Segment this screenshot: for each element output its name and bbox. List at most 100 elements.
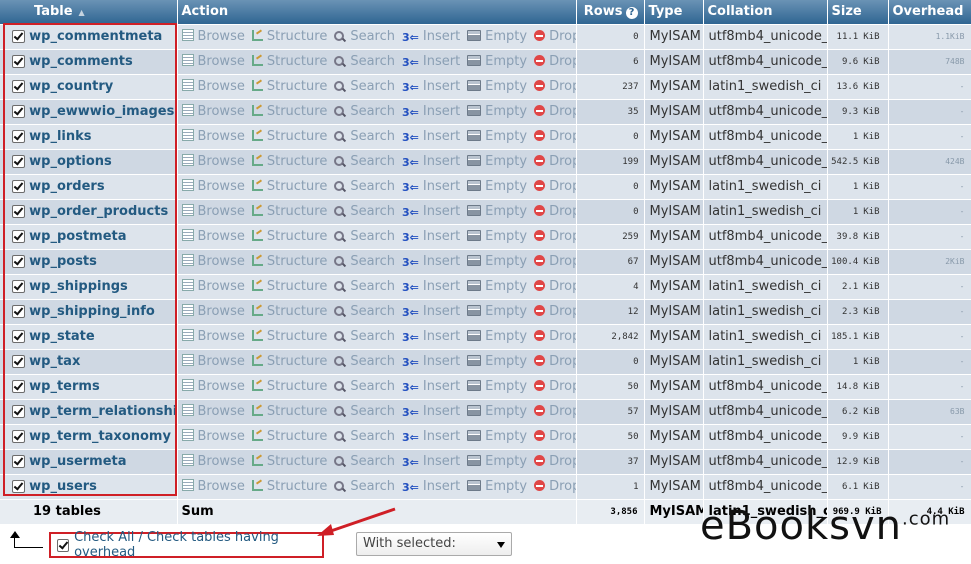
row-checkbox[interactable] bbox=[12, 180, 25, 193]
drop-action[interactable]: Drop bbox=[534, 479, 575, 494]
size-cell[interactable]: 6.1 KiB bbox=[827, 474, 889, 500]
table-name-link[interactable]: wp_shippings bbox=[29, 279, 128, 294]
row-checkbox[interactable] bbox=[12, 380, 25, 393]
table-name-link[interactable]: wp_postmeta bbox=[29, 229, 126, 244]
drop-label[interactable]: Drop bbox=[549, 104, 575, 119]
structure-label[interactable]: Structure bbox=[267, 329, 327, 344]
search-label[interactable]: Search bbox=[350, 379, 395, 394]
size-cell[interactable]: 9.6 KiB bbox=[827, 49, 889, 75]
size-cell[interactable]: 1 KiB bbox=[827, 199, 889, 225]
insert-label[interactable]: Insert bbox=[423, 454, 460, 469]
search-action[interactable]: Search bbox=[334, 354, 395, 369]
size-cell[interactable]: 1 KiB bbox=[827, 124, 889, 150]
structure-label[interactable]: Structure bbox=[267, 479, 327, 494]
search-label[interactable]: Search bbox=[350, 229, 395, 244]
table-name-link[interactable]: wp_term_taxonomy bbox=[29, 429, 171, 444]
browse-label[interactable]: Browse bbox=[198, 154, 245, 169]
insert-label[interactable]: Insert bbox=[423, 304, 460, 319]
empty-label[interactable]: Empty bbox=[485, 479, 527, 494]
empty-action[interactable]: Empty bbox=[467, 354, 527, 369]
empty-action[interactable]: Empty bbox=[467, 154, 527, 169]
insert-action[interactable]: 3⇐ Insert bbox=[402, 154, 460, 169]
search-action[interactable]: Search bbox=[334, 79, 395, 94]
browse-action[interactable]: Browse bbox=[181, 29, 245, 44]
browse-label[interactable]: Browse bbox=[198, 379, 245, 394]
search-label[interactable]: Search bbox=[350, 254, 395, 269]
empty-action[interactable]: Empty bbox=[467, 179, 527, 194]
structure-label[interactable]: Structure bbox=[267, 179, 327, 194]
insert-label[interactable]: Insert bbox=[423, 79, 460, 94]
browse-label[interactable]: Browse bbox=[198, 429, 245, 444]
browse-action[interactable]: Browse bbox=[181, 154, 245, 169]
browse-action[interactable]: Browse bbox=[181, 104, 245, 119]
search-label[interactable]: Search bbox=[350, 479, 395, 494]
insert-label[interactable]: Insert bbox=[423, 329, 460, 344]
size-cell[interactable]: 11.1 KiB bbox=[827, 24, 889, 50]
structure-action[interactable]: Structure bbox=[251, 154, 327, 169]
insert-action[interactable]: 3⇐ Insert bbox=[402, 104, 460, 119]
browse-action[interactable]: Browse bbox=[181, 329, 245, 344]
structure-label[interactable]: Structure bbox=[267, 404, 327, 419]
empty-label[interactable]: Empty bbox=[485, 304, 527, 319]
insert-action[interactable]: 3⇐ Insert bbox=[402, 29, 460, 44]
row-checkbox[interactable] bbox=[12, 80, 25, 93]
drop-label[interactable]: Drop bbox=[549, 379, 575, 394]
search-action[interactable]: Search bbox=[334, 154, 395, 169]
structure-label[interactable]: Structure bbox=[267, 304, 327, 319]
browse-action[interactable]: Browse bbox=[181, 379, 245, 394]
empty-label[interactable]: Empty bbox=[485, 229, 527, 244]
structure-label[interactable]: Structure bbox=[267, 254, 327, 269]
row-checkbox[interactable] bbox=[12, 480, 25, 493]
insert-action[interactable]: 3⇐ Insert bbox=[402, 479, 460, 494]
insert-action[interactable]: 3⇐ Insert bbox=[402, 354, 460, 369]
browse-label[interactable]: Browse bbox=[198, 254, 245, 269]
drop-label[interactable]: Drop bbox=[549, 29, 575, 44]
search-label[interactable]: Search bbox=[350, 354, 395, 369]
structure-action[interactable]: Structure bbox=[251, 279, 327, 294]
size-cell[interactable]: 1 KiB bbox=[827, 349, 889, 375]
structure-label[interactable]: Structure bbox=[267, 79, 327, 94]
empty-label[interactable]: Empty bbox=[485, 354, 527, 369]
browse-label[interactable]: Browse bbox=[198, 479, 245, 494]
structure-label[interactable]: Structure bbox=[267, 229, 327, 244]
empty-label[interactable]: Empty bbox=[485, 254, 527, 269]
size-cell[interactable]: 12.9 KiB bbox=[827, 449, 889, 475]
insert-action[interactable]: 3⇐ Insert bbox=[402, 79, 460, 94]
search-action[interactable]: Search bbox=[334, 204, 395, 219]
search-action[interactable]: Search bbox=[334, 379, 395, 394]
with-selected-dropdown[interactable]: With selected: bbox=[356, 532, 512, 556]
empty-label[interactable]: Empty bbox=[485, 129, 527, 144]
table-name-link[interactable]: wp_country bbox=[29, 79, 113, 94]
insert-label[interactable]: Insert bbox=[423, 204, 460, 219]
help-icon[interactable]: ? bbox=[625, 7, 638, 20]
browse-label[interactable]: Browse bbox=[198, 454, 245, 469]
row-checkbox[interactable] bbox=[12, 205, 25, 218]
search-action[interactable]: Search bbox=[334, 404, 395, 419]
insert-action[interactable]: 3⇐ Insert bbox=[402, 454, 460, 469]
search-label[interactable]: Search bbox=[350, 29, 395, 44]
drop-label[interactable]: Drop bbox=[549, 354, 575, 369]
insert-action[interactable]: 3⇐ Insert bbox=[402, 404, 460, 419]
empty-action[interactable]: Empty bbox=[467, 404, 527, 419]
check-all-checkbox[interactable] bbox=[57, 538, 70, 552]
drop-label[interactable]: Drop bbox=[549, 179, 575, 194]
search-label[interactable]: Search bbox=[350, 104, 395, 119]
table-name-link[interactable]: wp_posts bbox=[29, 254, 97, 269]
insert-label[interactable]: Insert bbox=[423, 129, 460, 144]
search-action[interactable]: Search bbox=[334, 329, 395, 344]
table-name-link[interactable]: wp_commentmeta bbox=[29, 29, 162, 44]
drop-label[interactable]: Drop bbox=[549, 204, 575, 219]
empty-action[interactable]: Empty bbox=[467, 279, 527, 294]
search-label[interactable]: Search bbox=[350, 454, 395, 469]
empty-label[interactable]: Empty bbox=[485, 154, 527, 169]
empty-label[interactable]: Empty bbox=[485, 429, 527, 444]
insert-label[interactable]: Insert bbox=[423, 29, 460, 44]
structure-label[interactable]: Structure bbox=[267, 454, 327, 469]
search-action[interactable]: Search bbox=[334, 104, 395, 119]
insert-label[interactable]: Insert bbox=[423, 229, 460, 244]
table-name-link[interactable]: wp_links bbox=[29, 129, 91, 144]
table-name-link[interactable]: wp_usermeta bbox=[29, 454, 126, 469]
browse-action[interactable]: Browse bbox=[181, 229, 245, 244]
drop-action[interactable]: Drop bbox=[534, 179, 575, 194]
check-all-label[interactable]: Check All / Check tables having overhead bbox=[74, 530, 322, 560]
